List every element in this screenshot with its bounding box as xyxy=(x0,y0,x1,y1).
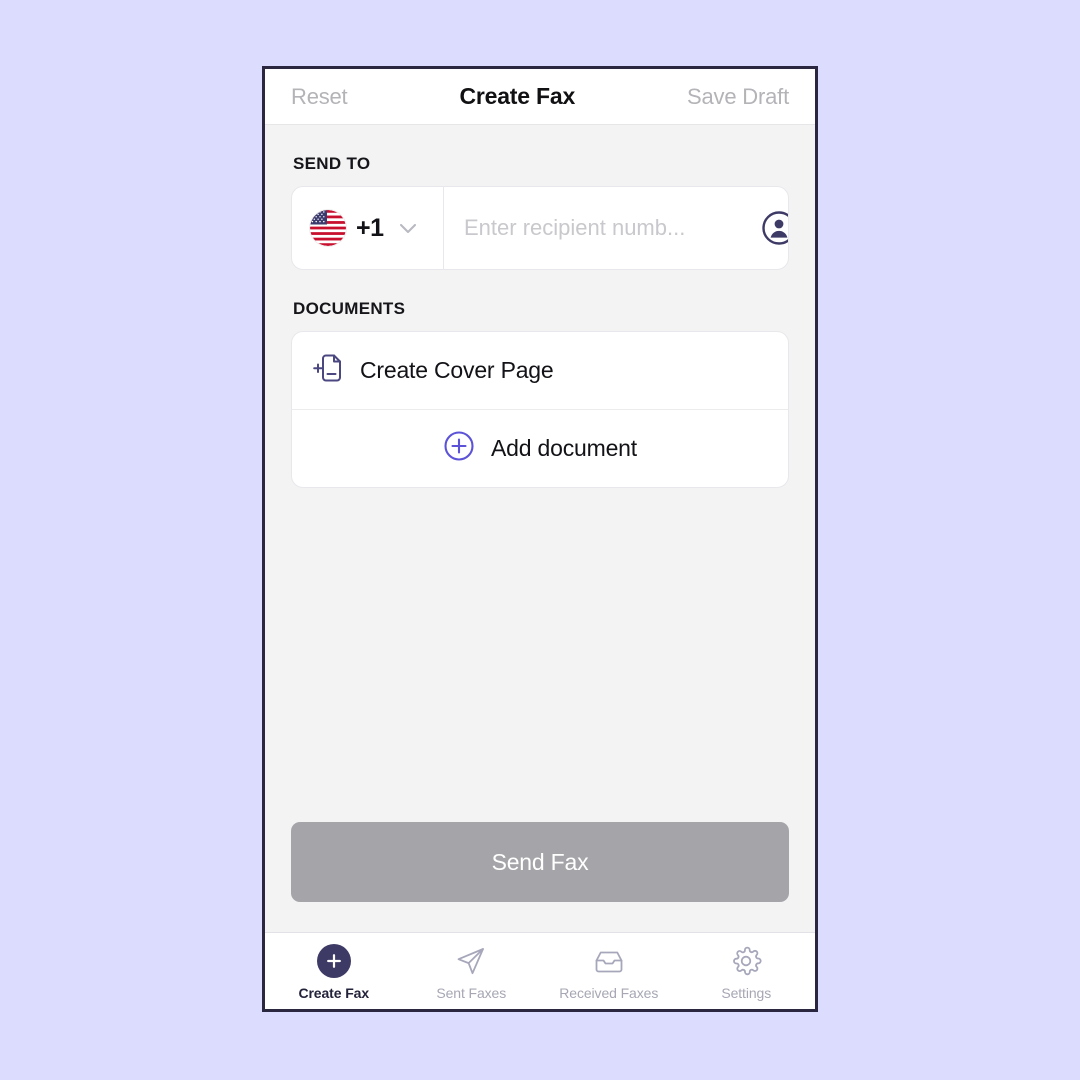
tab-create-fax-label: Create Fax xyxy=(298,984,370,1001)
chevron-down-icon xyxy=(396,216,420,240)
screenshot-stage: Reset Create Fax Save Draft SEND TO +1 E… xyxy=(0,0,1080,1080)
contact-person-icon[interactable] xyxy=(760,209,788,247)
bottom-tabbar: Create Fax Sent Faxes Received Faxes Set… xyxy=(265,932,815,1009)
phone-frame: Reset Create Fax Save Draft SEND TO +1 E… xyxy=(262,66,818,1012)
send-fax-button[interactable]: Send Fax xyxy=(291,822,789,902)
tab-settings-label: Settings xyxy=(721,984,772,1001)
tab-received-faxes-label: Received Faxes xyxy=(559,984,659,1001)
tab-create-fax[interactable]: Create Fax xyxy=(265,933,403,1009)
create-cover-page-label: Create Cover Page xyxy=(360,357,554,383)
tab-settings[interactable]: Settings xyxy=(678,933,816,1009)
recipient-row: +1 xyxy=(291,186,789,270)
paper-plane-icon xyxy=(454,942,488,980)
recipient-number-input[interactable] xyxy=(464,215,752,241)
plus-circle-filled-icon xyxy=(316,942,351,980)
add-document-label: Add document xyxy=(491,435,637,461)
country-code-selector[interactable]: +1 xyxy=(292,187,444,269)
reset-button[interactable]: Reset xyxy=(291,84,348,110)
recipient-input-wrap xyxy=(444,187,788,269)
inbox-tray-icon xyxy=(592,942,626,980)
tab-sent-faxes[interactable]: Sent Faxes xyxy=(403,933,541,1009)
create-cover-page-row[interactable]: Create Cover Page xyxy=(292,332,788,409)
tab-received-faxes[interactable]: Received Faxes xyxy=(540,933,678,1009)
tab-sent-faxes-label: Sent Faxes xyxy=(436,984,507,1001)
documents-section-label: DOCUMENTS xyxy=(293,299,406,318)
app-header: Reset Create Fax Save Draft xyxy=(265,69,815,125)
document-add-icon xyxy=(312,351,346,390)
send-to-section-label: SEND TO xyxy=(293,154,371,173)
country-dial-code: +1 xyxy=(356,213,384,242)
plus-circle-icon xyxy=(443,430,475,467)
form-body: SEND TO +1 Enter recipient numb... DOCUM… xyxy=(265,125,815,932)
save-draft-button[interactable]: Save Draft xyxy=(687,84,789,110)
gear-icon xyxy=(729,942,763,980)
page-title: Create Fax xyxy=(459,83,576,109)
add-document-row[interactable]: Add document xyxy=(292,410,788,487)
send-fax-label: Send Fax xyxy=(491,848,589,875)
documents-card: Create Cover Page Add document xyxy=(291,331,789,488)
us-flag-icon xyxy=(310,210,346,246)
